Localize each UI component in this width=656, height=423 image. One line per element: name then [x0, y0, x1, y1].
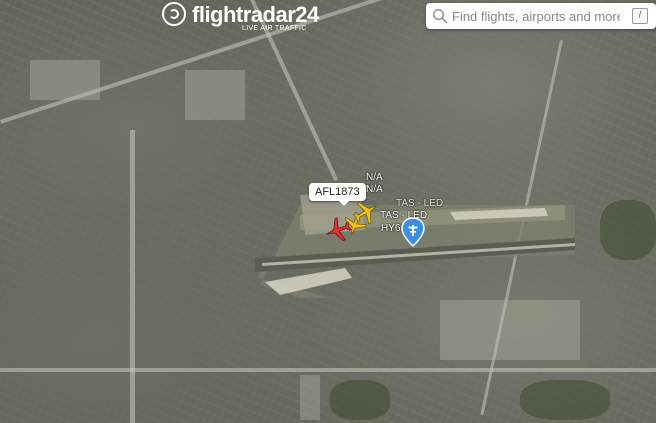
- logo-subtitle: LIVE AIR TRAFFIC: [242, 25, 307, 32]
- search-input[interactable]: [452, 6, 620, 26]
- flight-label-route: TAS - LED: [396, 198, 444, 209]
- flight-label-status: N/A: [366, 172, 383, 183]
- search-shortcut-key: /: [632, 8, 648, 24]
- search-icon: [432, 8, 448, 24]
- search-box[interactable]: /: [426, 3, 656, 29]
- satellite-map[interactable]: flightradar24 LIVE AIR TRAFFIC / N/A N/A…: [0, 0, 656, 423]
- airport-pin-icon[interactable]: [401, 217, 425, 247]
- airport-runway-area: [255, 190, 575, 298]
- flight-label-status: N/A: [366, 184, 383, 195]
- airplane-icon[interactable]: [352, 198, 380, 226]
- radar-logo-icon: [162, 2, 186, 26]
